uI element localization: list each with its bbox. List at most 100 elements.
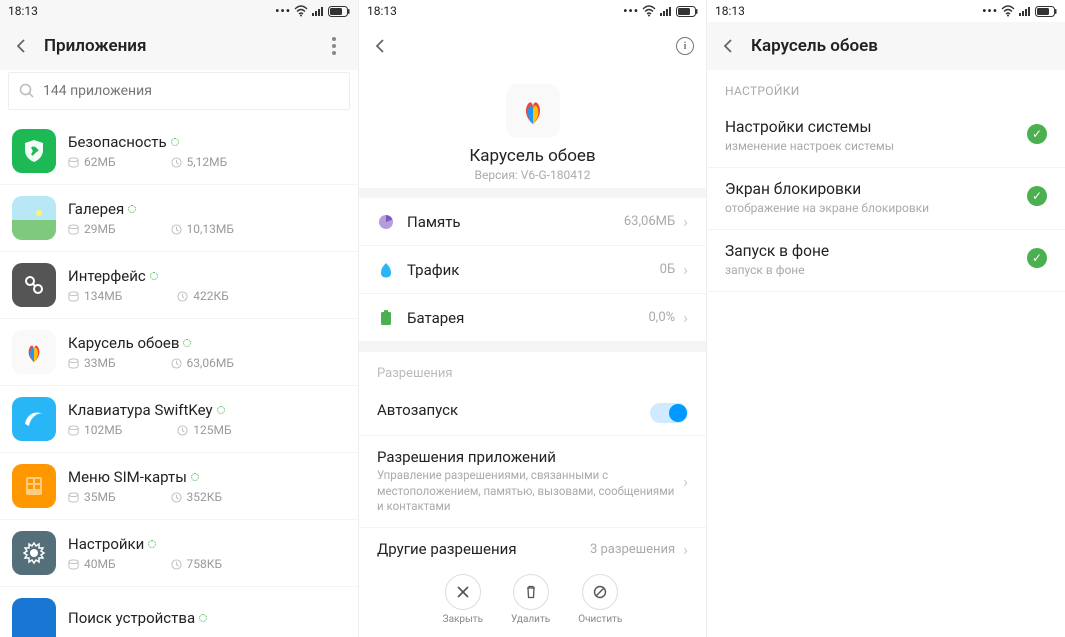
app-name-label: Галерея (68, 200, 346, 218)
app-icon (12, 263, 56, 307)
other-perms-value: 3 разрешения (590, 542, 675, 557)
status-icons: ••• (275, 4, 350, 18)
back-icon[interactable] (12, 36, 32, 56)
app-icon (12, 330, 56, 374)
trash-icon (513, 574, 549, 610)
app-name-label: Карусель обоев (68, 334, 346, 352)
spinner-icon (183, 339, 191, 347)
app-icon (12, 464, 56, 508)
header: Карусель обоев (707, 22, 1065, 70)
app-info: Интерфейс 134МБ 422КБ (68, 267, 346, 303)
app-info: Клавиатура SwiftKey 102МБ 125МБ (68, 401, 346, 437)
app-info: Галерея 29МБ 10,13МБ (68, 200, 346, 236)
app-row[interactable]: Галерея 29МБ 10,13МБ (0, 185, 358, 252)
panel-app-detail: 18:13 ••• i Карусель обоев Версия: V6-G-… (359, 0, 707, 637)
row-memory[interactable]: Память 63,06МБ › (359, 198, 706, 246)
header: Приложения (0, 22, 358, 70)
spinner-icon (171, 138, 179, 146)
row-app-permissions[interactable]: Разрешения приложений Управление разреше… (359, 436, 706, 528)
traffic-label: Трафик (407, 261, 660, 279)
row-battery[interactable]: Батарея 0,0% › (359, 294, 706, 342)
app-list: Безопасность 62МБ 5,12МБ Галерея 29МБ 10… (0, 118, 358, 637)
chevron-right-icon: › (683, 212, 688, 231)
info-icon[interactable]: i (676, 37, 694, 55)
search-input[interactable] (43, 83, 339, 99)
disk-size: 40МБ (68, 557, 116, 571)
action-clear[interactable]: Очистить (578, 574, 622, 625)
perm-title: Настройки системы (725, 118, 1027, 136)
app-name-label: Поиск устройства (68, 609, 346, 627)
row-autostart[interactable]: Автозапуск (359, 389, 706, 436)
app-row[interactable]: Поиск устройства (0, 587, 358, 637)
spinner-icon (217, 406, 225, 414)
check-icon: ✓ (1027, 248, 1047, 268)
back-icon[interactable] (719, 36, 739, 56)
app-row[interactable]: Меню SIM-карты 35МБ 352КБ (0, 453, 358, 520)
autostart-label: Автозапуск (377, 401, 650, 419)
app-name: Карусель обоев (469, 146, 595, 166)
cache-size: 63,06МБ (171, 356, 251, 370)
perms-title: Разрешения приложений (377, 448, 683, 466)
perms-desc: Управление разрешениями, связанными с ме… (377, 468, 683, 515)
permission-row[interactable]: Запуск в фоне запуск в фоне ✓ (707, 230, 1065, 292)
app-info: Карусель обоев 33МБ 63,06МБ (68, 334, 346, 370)
app-icon (506, 84, 560, 138)
check-icon: ✓ (1027, 186, 1047, 206)
autostart-toggle[interactable] (650, 403, 688, 423)
app-row[interactable]: Карусель обоев 33МБ 63,06МБ (0, 319, 358, 386)
spinner-icon (128, 205, 136, 213)
app-info: Настройки 40МБ 758КБ (68, 535, 346, 571)
status-time: 18:13 (8, 4, 38, 18)
status-bar: 18:13 ••• (359, 0, 706, 22)
app-row[interactable]: Безопасность 62МБ 5,12МБ (0, 118, 358, 185)
spinner-icon (150, 272, 158, 280)
row-traffic[interactable]: Трафик 0Б › (359, 246, 706, 294)
search-icon (19, 83, 35, 99)
close-icon (445, 574, 481, 610)
disk-size: 102МБ (68, 423, 122, 437)
spinner-icon (148, 540, 156, 548)
chevron-right-icon: › (683, 472, 688, 491)
status-time: 18:13 (367, 4, 397, 18)
cache-size: 422КБ (177, 289, 257, 303)
action-delete[interactable]: Удалить (511, 574, 550, 625)
perm-desc: запуск в фоне (725, 263, 1027, 277)
page-title: Карусель обоев (751, 36, 878, 56)
forbid-icon (582, 574, 618, 610)
status-bar: 18:13 ••• (0, 0, 358, 22)
app-icon (12, 598, 56, 637)
app-info: Меню SIM-карты 35МБ 352КБ (68, 468, 346, 504)
cache-size: 352КБ (171, 490, 251, 504)
traffic-value: 0Б (660, 262, 676, 277)
disk-size: 134МБ (68, 289, 122, 303)
perm-title: Запуск в фоне (725, 242, 1027, 260)
back-icon[interactable] (371, 36, 391, 56)
app-row[interactable]: Интерфейс 134МБ 422КБ (0, 252, 358, 319)
more-icon[interactable] (322, 37, 346, 55)
app-name-label: Настройки (68, 535, 346, 553)
permission-row[interactable]: Настройки системы изменение настроек сис… (707, 106, 1065, 168)
app-version: Версия: V6-G-180412 (475, 168, 591, 182)
status-icons: ••• (623, 4, 698, 18)
permission-row[interactable]: Экран блокировки отображение на экране б… (707, 168, 1065, 230)
section-label: НАСТРОЙКИ (707, 70, 1065, 106)
disk-size: 62МБ (68, 155, 116, 169)
search-box[interactable] (8, 72, 350, 110)
memory-value: 63,06МБ (624, 214, 675, 229)
chevron-right-icon: › (683, 308, 688, 327)
app-icon (12, 196, 56, 240)
other-perms-title: Другие разрешения (377, 540, 590, 558)
disk-size: 29МБ (68, 222, 116, 236)
app-hero: Карусель обоев Версия: V6-G-180412 (359, 70, 706, 188)
app-row[interactable]: Настройки 40МБ 758КБ (0, 520, 358, 587)
cache-size: 758КБ (171, 557, 251, 571)
battery-value: 0,0% (648, 310, 675, 325)
action-close[interactable]: Закрыть (443, 574, 483, 625)
app-name-label: Безопасность (68, 133, 346, 151)
perm-desc: изменение настроек системы (725, 139, 1027, 153)
chevron-right-icon: › (683, 260, 688, 279)
app-row[interactable]: Клавиатура SwiftKey 102МБ 125МБ (0, 386, 358, 453)
status-bar: 18:13 ••• (707, 0, 1065, 22)
memory-icon (377, 213, 395, 231)
perm-desc: отображение на экране блокировки (725, 201, 1027, 215)
